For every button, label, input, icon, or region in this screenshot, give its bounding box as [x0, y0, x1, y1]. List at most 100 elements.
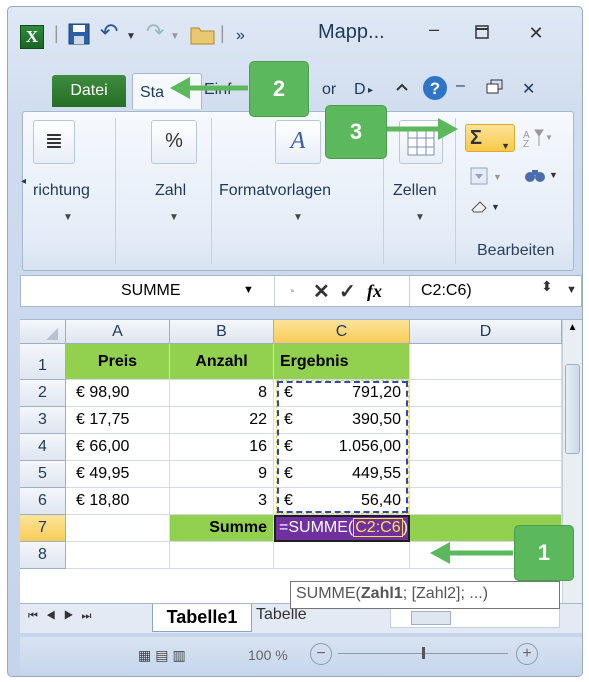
formula-input[interactable]: C2:C6): [421, 282, 472, 300]
cell-d6[interactable]: [410, 488, 562, 515]
scroll-up-icon[interactable]: ▲: [565, 322, 580, 340]
tab-other[interactable]: or: [322, 81, 336, 99]
formatvorlagen-group-label[interactable]: Formatvorlagen: [219, 182, 331, 200]
cell-b8[interactable]: [170, 542, 274, 569]
name-box[interactable]: SUMME ▼: [21, 276, 275, 306]
excel-logo-icon[interactable]: X: [20, 25, 44, 49]
richtung-dropdown-icon[interactable]: ▼: [63, 212, 73, 223]
tab-datei[interactable]: Datei: [52, 75, 126, 107]
cell-a5[interactable]: € 49,95: [66, 461, 170, 488]
column-header-d[interactable]: D: [410, 320, 562, 344]
zellen-group-label[interactable]: Zellen: [393, 182, 437, 200]
select-all-corner[interactable]: [20, 320, 66, 344]
cancel-formula-icon[interactable]: ✕: [313, 279, 330, 304]
find-select-icon[interactable]: ▼: [523, 164, 558, 191]
styles-icon[interactable]: A: [275, 120, 321, 164]
zahl-dropdown-icon[interactable]: ▼: [169, 212, 179, 223]
close-icon[interactable]: ✕: [522, 23, 550, 44]
minimize-icon[interactable]: –: [420, 19, 448, 40]
zoom-level[interactable]: 100 %: [248, 647, 288, 663]
row-header-2[interactable]: 2: [20, 380, 66, 407]
autosum-button[interactable]: Σ ▼: [465, 124, 515, 152]
formula-bar-expand-dropdown-icon[interactable]: ▼: [566, 284, 577, 296]
cell-b6[interactable]: 3: [170, 488, 274, 515]
cell-a4[interactable]: € 66,00: [66, 434, 170, 461]
cell-a3[interactable]: € 17,75: [66, 407, 170, 434]
cell-c1[interactable]: Ergebnis: [274, 344, 410, 380]
ribbon-minimize-icon[interactable]: [394, 79, 410, 100]
fill-icon[interactable]: ▼: [469, 166, 505, 191]
save-icon[interactable]: [68, 23, 90, 50]
undo-dropdown-icon[interactable]: ▼: [126, 31, 136, 42]
doc-close-icon[interactable]: ✕: [522, 79, 535, 99]
sheet-nav-icons[interactable]: ⏮◀▶⏭: [28, 610, 99, 623]
vertical-scroll-thumb[interactable]: [565, 364, 580, 454]
cell-b5[interactable]: 9: [170, 461, 274, 488]
zoom-out-icon[interactable]: −: [310, 643, 332, 665]
cell-b4[interactable]: 16: [170, 434, 274, 461]
sort-filter-icon[interactable]: A Z ▼: [523, 128, 553, 153]
cells-icon[interactable]: [399, 120, 443, 164]
zoom-slider-thumb[interactable]: [422, 647, 425, 659]
column-header-b[interactable]: B: [170, 320, 274, 344]
horizontal-scrollbar[interactable]: [390, 608, 560, 628]
tab-other-2[interactable]: D: [354, 81, 366, 99]
cell-d2[interactable]: [410, 380, 562, 407]
cell-c7-active[interactable]: =SUMME(C2:C6): [274, 515, 410, 542]
cell-a2[interactable]: € 98,90: [66, 380, 170, 407]
row-header-5[interactable]: 5: [20, 461, 66, 488]
tab-start[interactable]: Sta: [132, 73, 202, 109]
more-commands-icon[interactable]: »: [236, 27, 245, 45]
autosum-dropdown-icon[interactable]: ▼: [501, 133, 510, 159]
horizontal-scroll-thumb[interactable]: [411, 611, 451, 625]
redo-icon[interactable]: ↷: [146, 19, 164, 45]
confirm-formula-icon[interactable]: ✓: [339, 279, 356, 304]
open-folder-icon[interactable]: [190, 23, 216, 50]
ribbon-scroll-left-icon[interactable]: ◂: [21, 176, 26, 187]
help-icon[interactable]: ?: [422, 75, 448, 106]
cell-d5[interactable]: [410, 461, 562, 488]
cell-b7[interactable]: Summe: [170, 515, 274, 542]
maximize-icon[interactable]: [468, 23, 496, 44]
cell-b1[interactable]: Anzahl: [170, 344, 274, 380]
row-header-8[interactable]: 8: [20, 542, 66, 569]
zahl-group-label[interactable]: Zahl: [155, 182, 186, 200]
richtung-group-label[interactable]: richtung: [33, 182, 90, 200]
row-header-1[interactable]: 1: [20, 344, 66, 380]
doc-restore-icon[interactable]: [486, 79, 504, 100]
cell-a8[interactable]: [66, 542, 170, 569]
insert-function-icon[interactable]: fx: [367, 281, 382, 302]
tabs-scroll-icon[interactable]: ▸: [368, 85, 373, 96]
row-header-7[interactable]: 7: [20, 515, 66, 542]
formula-bar-expand-icon[interactable]: ◔: [287, 283, 295, 299]
cell-a6[interactable]: € 18,80: [66, 488, 170, 515]
clear-icon[interactable]: ▼: [469, 196, 503, 221]
cell-a1[interactable]: Preis: [66, 344, 170, 380]
row-header-6[interactable]: 6: [20, 488, 66, 515]
zoom-in-icon[interactable]: +: [516, 643, 538, 665]
undo-icon[interactable]: ↶: [100, 19, 118, 45]
cell-a7[interactable]: [66, 515, 170, 542]
worksheet-grid[interactable]: A B C D 1 2 3 4 5 6 7 8 Preis Anzahl Erg…: [20, 319, 582, 612]
sheet-tab-tabelle1[interactable]: Tabelle1: [152, 604, 252, 632]
cell-d3[interactable]: [410, 407, 562, 434]
formula-bar-spin-icon[interactable]: ⬍: [541, 278, 553, 295]
sheet-tab-tabelle2[interactable]: Tabelle: [256, 606, 326, 630]
redo-dropdown-icon[interactable]: ▼: [170, 31, 180, 42]
view-buttons-icon[interactable]: ▦▤▥: [138, 647, 198, 664]
column-header-c[interactable]: C: [274, 320, 410, 344]
cell-d1[interactable]: [410, 344, 562, 380]
number-format-icon[interactable]: %: [151, 120, 197, 164]
cell-c8[interactable]: [274, 542, 410, 569]
doc-minimize-icon[interactable]: –: [456, 77, 465, 95]
align-icon[interactable]: ≣: [33, 120, 75, 164]
name-box-dropdown-icon[interactable]: ▼: [243, 284, 254, 296]
cell-d4[interactable]: [410, 434, 562, 461]
column-header-a[interactable]: A: [66, 320, 170, 344]
row-header-3[interactable]: 3: [20, 407, 66, 434]
zellen-dropdown-icon[interactable]: ▼: [415, 212, 425, 223]
formatvorlagen-dropdown-icon[interactable]: ▼: [293, 212, 303, 223]
row-header-4[interactable]: 4: [20, 434, 66, 461]
cell-b3[interactable]: 22: [170, 407, 274, 434]
cell-b2[interactable]: 8: [170, 380, 274, 407]
